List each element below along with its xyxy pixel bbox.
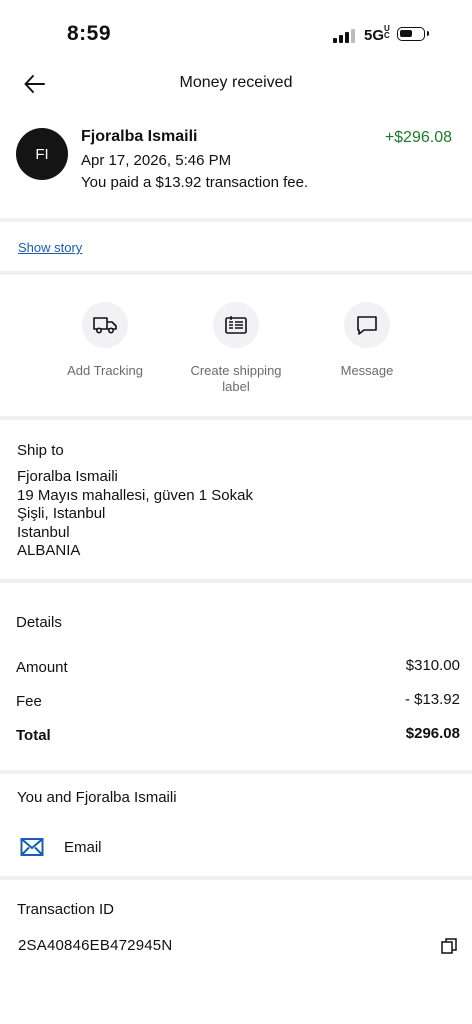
amount-value: $310.00: [405, 657, 460, 674]
address-line: 19 Mayıs mahallesi, güven 1 Sokak: [17, 486, 253, 504]
contact-title: You and Fjoralba Ismaili: [17, 789, 177, 806]
sender-name: Fjoralba Ismaili: [81, 128, 198, 145]
message-button[interactable]: Message: [312, 302, 422, 379]
total-value: $296.08: [405, 725, 460, 742]
email-link[interactable]: Email: [64, 839, 102, 856]
shipping-label-icon: [213, 302, 259, 348]
total-label: Total: [16, 727, 51, 744]
divider: [0, 876, 472, 880]
divider: [0, 416, 472, 420]
status-time: 8:59: [67, 22, 112, 45]
address-line: Şişli, Istanbul: [17, 505, 106, 522]
action-label: Add Tracking: [67, 363, 143, 378]
fee-note: You paid a $13.92 transaction fee.: [81, 174, 309, 191]
received-amount: +$296.08: [384, 129, 452, 146]
action-label: Create shipping label: [190, 363, 282, 394]
amount-label: Amount: [16, 659, 68, 676]
divider: [0, 218, 472, 222]
create-shipping-label-button[interactable]: Create shipping label: [181, 302, 291, 395]
fee-label: Fee: [16, 693, 42, 710]
envelope-icon: [20, 837, 44, 857]
transaction-id-value: 2SA40846EB472945N: [18, 937, 173, 954]
ship-to-title: Ship to: [17, 442, 64, 459]
divider: [0, 579, 472, 583]
battery-icon: [397, 27, 429, 41]
divider: [0, 770, 472, 774]
details-title: Details: [16, 614, 62, 631]
transaction-date: Apr 17, 2026, 5:46 PM: [81, 152, 232, 169]
address-line: ALBANIA: [17, 542, 81, 559]
add-tracking-button[interactable]: Add Tracking: [50, 302, 160, 379]
copy-icon[interactable]: [440, 937, 458, 955]
divider: [0, 271, 472, 275]
network-indicator: 5GUC: [364, 24, 391, 45]
page-title: Money received: [179, 74, 293, 91]
transaction-id-title: Transaction ID: [17, 901, 114, 918]
address-line: Fjoralba Ismaili: [17, 468, 118, 485]
fee-value: - $13.92: [404, 691, 460, 708]
show-story-link[interactable]: Show story: [18, 240, 82, 255]
network-suffix: UC: [384, 24, 390, 40]
avatar: FI: [16, 128, 68, 180]
message-icon: [344, 302, 390, 348]
shipping-address: Fjoralba Ismaili 19 Mayıs mahallesi, güv…: [17, 468, 253, 561]
truck-icon: [82, 302, 128, 348]
address-line: Istanbul: [17, 523, 70, 541]
signal-icon: [333, 27, 357, 43]
action-label: Message: [340, 363, 394, 378]
network-label: 5G: [364, 27, 385, 44]
